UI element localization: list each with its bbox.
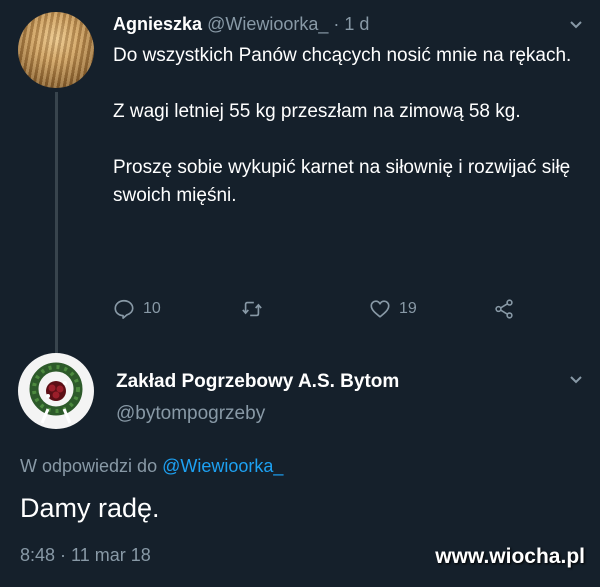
like-button[interactable]: 19 [369,298,417,320]
watermark: www.wiocha.pl [435,545,585,568]
replying-to-mention[interactable]: @Wiewioorka_ [162,456,283,476]
replying-to-line: W odpowiedzi do @Wiewioorka_ [20,456,283,477]
original-tweet[interactable]: Agnieszka @Wiewioorka_ · 1 d Do wszystki… [0,0,600,357]
reply-author-avatar[interactable] [18,353,94,429]
like-count: 19 [399,300,417,317]
tweet-body: Do wszystkich Panów chcących nosić mnie … [113,42,588,238]
tweet-paragraph: Z wagi letniej 55 kg przeszłam na zimową… [113,101,521,122]
thread-line [55,92,58,357]
reply-author-handle[interactable]: @bytompogrzeby [116,403,265,425]
reply-icon [114,299,134,319]
reply-tweet[interactable]: Zakład Pogrzebowy A.S. Bytom @bytompogrz… [0,345,600,587]
heart-icon [370,300,390,318]
tweet-actions: 10 19 [113,298,533,324]
tweet-time[interactable]: 1 d [344,14,369,34]
share-button[interactable] [493,298,515,320]
share-icon [495,299,513,319]
chevron-down-icon[interactable] [569,375,583,385]
tweet-paragraph: Proszę sobie wykupić karnet na siłownię … [113,157,571,206]
retweet-button[interactable] [241,298,263,320]
reply-button[interactable]: 10 [113,298,161,320]
tweet-paragraph: Do wszystkich Panów chcących nosić mnie … [113,45,572,66]
author-handle[interactable]: @Wiewioorka_ [207,14,328,34]
author-name[interactable]: Agnieszka [113,14,202,34]
separator-dot: · [333,14,340,34]
replying-to-prefix: W odpowiedzi do [20,456,158,476]
chevron-down-icon[interactable] [569,20,583,30]
retweet-icon [242,301,262,317]
reply-text: Damy radę. [20,493,160,523]
reply-author-name[interactable]: Zakład Pogrzebowy A.S. Bytom [116,371,399,393]
tweet-header: Agnieszka @Wiewioorka_ · 1 d [113,14,369,35]
author-avatar[interactable] [18,12,94,88]
reply-timestamp[interactable]: 8:48 · 11 mar 18 [20,545,151,566]
reply-count: 10 [143,300,161,317]
wreath-icon [29,362,83,424]
